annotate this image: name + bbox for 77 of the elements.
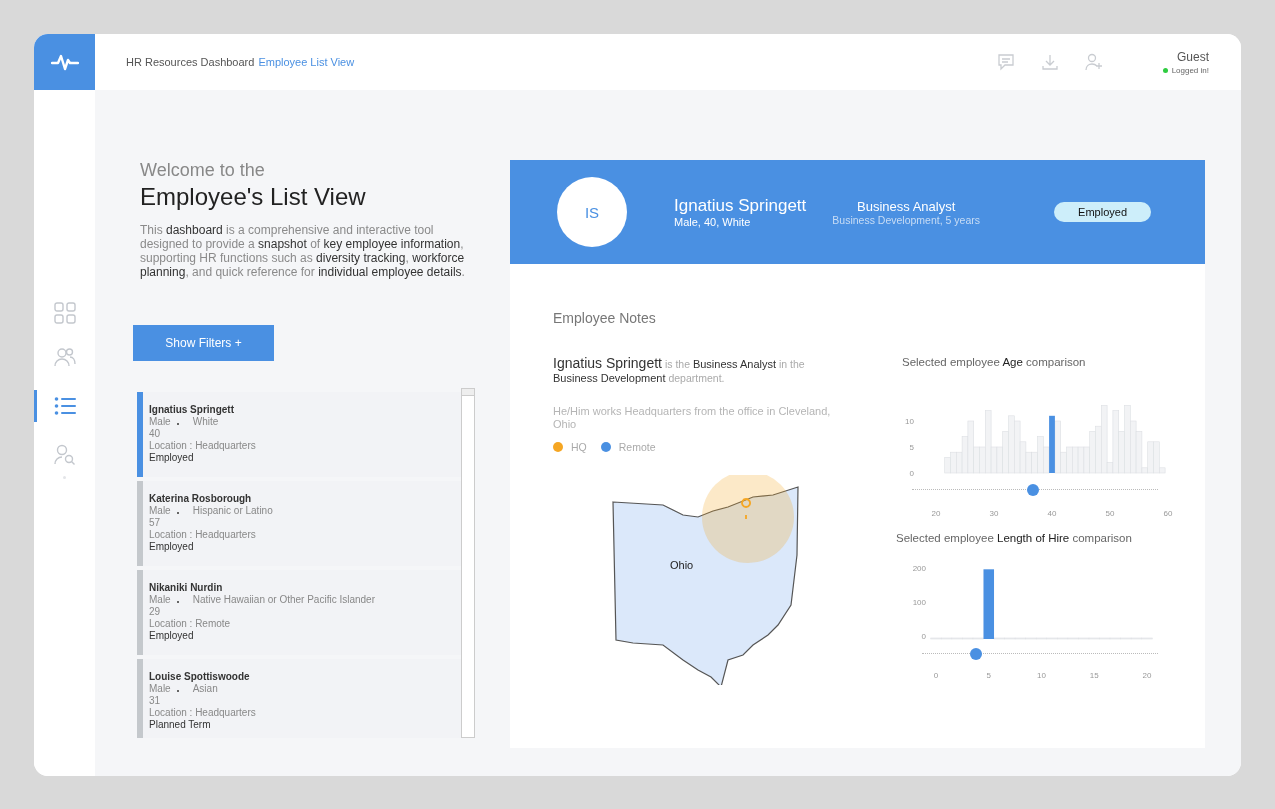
people-icon: [53, 346, 76, 368]
employee-location: Location : Headquarters: [149, 529, 257, 541]
avatar-circle: IS: [557, 177, 627, 247]
employee-age: 40: [149, 428, 162, 440]
x-tick-label: 20: [1142, 671, 1152, 680]
employee-ethnicity: Hispanic or Latino: [192, 505, 273, 517]
y-tick-label: 10: [905, 417, 914, 426]
y-tick-label: 5: [909, 443, 914, 452]
online-dot: [1162, 67, 1168, 73]
status-pill: Employed: [1054, 202, 1151, 222]
employee-ethnicity: Native Hawaiian or Other Pacific Islander: [192, 594, 375, 606]
y-tick-label: 100: [912, 598, 926, 607]
hire-slider[interactable]: [922, 646, 1158, 662]
employee-location: Location : Remote: [149, 618, 232, 630]
scrollbar-thumb[interactable]: [462, 389, 474, 396]
age-slider[interactable]: [912, 482, 1158, 498]
logo-tile[interactable]: [34, 34, 95, 90]
employee-status: Planned Term: [149, 719, 212, 731]
profile-name: Ignatius Springett: [674, 196, 807, 216]
employee-age: 29: [149, 606, 162, 618]
x-tick-label: 15: [1089, 671, 1099, 680]
x-tick-label: 40: [1047, 509, 1057, 518]
map-label: Ohio: [670, 559, 694, 571]
legend-label: HQ: [571, 441, 587, 453]
employee-location: Location : Headquarters: [149, 707, 257, 719]
employee-ethnicity: Asian: [192, 683, 218, 695]
employee-name: Nikaniki Nurdin: [149, 582, 224, 594]
x-tick-label: 0: [933, 671, 939, 680]
chart-title: Selected employee Age comparison: [902, 356, 1087, 368]
x-tick-label: 60: [1163, 509, 1173, 518]
x-tick-label: 30: [989, 509, 999, 518]
y-tick-label: 0: [921, 632, 926, 641]
add-user-icon[interactable]: [1084, 53, 1103, 71]
notes-summary: Ignatius Springett is the Business Analyst in the Business Development department.: [553, 356, 806, 385]
employee-name: Louise Spottiswoode: [149, 671, 251, 683]
employee-gender: Male: [149, 683, 171, 695]
notes-heading: Employee Notes: [553, 310, 657, 326]
slider-thumb[interactable]: [1026, 484, 1039, 496]
employee-location: Location : Headquarters: [149, 440, 257, 452]
x-tick-label: 20: [931, 509, 941, 518]
scrollbar[interactable]: [461, 388, 475, 738]
app-title: HR Resources Dashboard: [126, 56, 255, 68]
welcome-text: Welcome to the: [140, 160, 266, 181]
profile-department: Business Development, 5 years: [832, 213, 980, 226]
employee-status: Employed: [149, 452, 195, 464]
employee-gender: Male: [149, 594, 171, 606]
x-tick-label: 10: [1037, 671, 1046, 680]
login-status: Logged in!: [1171, 65, 1209, 75]
employee-status: Employed: [149, 630, 195, 642]
legend-label: Remote: [618, 441, 656, 453]
employee-name: Ignatius Springett: [149, 404, 235, 416]
x-tick-label: 50: [1105, 509, 1115, 518]
slider-thumb[interactable]: [970, 648, 983, 660]
employee-gender: Male: [149, 416, 171, 428]
user-search-icon: [53, 444, 76, 466]
employee-name: Katerina Rosborough: [149, 493, 253, 505]
y-tick-label: 0: [909, 469, 914, 478]
employee-ethnicity: White: [192, 416, 219, 428]
x-tick-label: 5: [986, 671, 991, 680]
message-icon[interactable]: [996, 53, 1015, 71]
intro-paragraph: This dashboard is a comprehensive and interactive tool designed to provide a snapshot of key employee information, supporting HR functions such as diversity tracking, workforce planning, and quick reference for individual employee details.: [140, 223, 466, 279]
grid-icon: [53, 302, 76, 324]
page-title: Employee's List View: [140, 183, 367, 211]
chart-title: Selected employee Length of Hire comparison: [896, 532, 1133, 544]
pulse-icon: [50, 53, 79, 71]
employee-age: 31: [149, 695, 162, 707]
page-link[interactable]: Employee List View: [258, 56, 355, 68]
employee-status: Employed: [149, 541, 195, 553]
employee-gender: Male: [149, 505, 171, 517]
location-note: He/Him works Headquarters from the office in Cleveland, Ohio: [553, 405, 832, 431]
download-icon[interactable]: [1040, 53, 1059, 71]
list-icon: [53, 395, 76, 417]
profile-details: Male, 40, White: [674, 216, 752, 228]
user-name: Guest: [1177, 49, 1209, 64]
y-tick-label: 200: [912, 564, 926, 573]
employee-age: 57: [149, 517, 162, 529]
profile-role: Business Analyst: [857, 198, 956, 214]
